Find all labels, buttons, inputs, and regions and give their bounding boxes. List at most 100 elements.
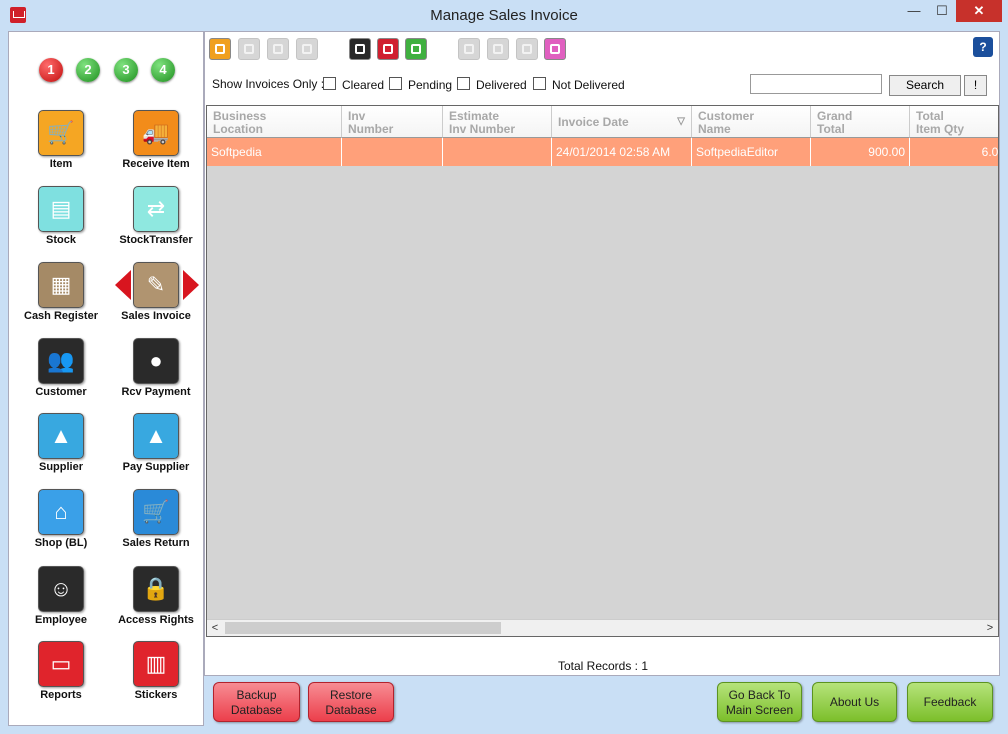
- scissors-icon: [302, 44, 312, 54]
- question-icon: [550, 44, 560, 54]
- grid-header: Business Location Inv Number Estimate Inv Num…: [207, 106, 998, 138]
- delivery-truck-icon: 🚚: [133, 110, 179, 156]
- cart-return-icon: 🛒: [133, 489, 179, 535]
- tool-3-button[interactable]: [267, 38, 289, 60]
- search-button[interactable]: Search: [889, 75, 961, 96]
- nav-item-stickers[interactable]: ▥ Stickers: [111, 641, 201, 701]
- nav-item-item[interactable]: 🛒 Item: [16, 110, 106, 170]
- minimize-button[interactable]: —: [900, 0, 928, 22]
- cleared-checkbox[interactable]: [323, 77, 336, 90]
- maximize-button[interactable]: ☐: [928, 0, 956, 22]
- backup-line1: Backup: [236, 688, 277, 702]
- cleared-label: Cleared: [342, 78, 385, 92]
- table-cell: 6.00: [910, 138, 998, 166]
- nav-item-receive-item[interactable]: 🚚 Receive Item: [111, 110, 201, 170]
- print-green-button[interactable]: [405, 38, 427, 60]
- scroll-right-icon[interactable]: >: [982, 620, 998, 636]
- restore-database-button[interactable]: Restore Database: [308, 682, 394, 722]
- nav-item-shop-bl[interactable]: ⌂ Shop (BL): [16, 489, 106, 549]
- column-header[interactable]: Total Item Qty: [910, 106, 998, 138]
- pending-checkbox[interactable]: [389, 77, 402, 90]
- column-header[interactable]: Inv Number: [342, 106, 443, 138]
- calculator-icon: [464, 44, 474, 54]
- nav-item-customer[interactable]: 👥 Customer: [16, 338, 106, 398]
- column-header[interactable]: Business Location: [207, 106, 342, 138]
- nav-item-access-rights[interactable]: 🔒 Access Rights: [111, 566, 201, 626]
- nav-item-label: Employee: [35, 614, 87, 626]
- search-tool-button[interactable]: [209, 38, 231, 60]
- nav-item-employee[interactable]: ☺ Employee: [16, 566, 106, 626]
- nav-item-cash-register[interactable]: ▦ Cash Register: [16, 262, 106, 322]
- table-cell: SoftpediaEditor: [692, 138, 811, 166]
- column-header[interactable]: Customer Name: [692, 106, 811, 138]
- nav-item-label: Customer: [35, 386, 87, 398]
- column-header[interactable]: Estimate Inv Number: [443, 106, 552, 138]
- nav-item-supplier[interactable]: ▲ Supplier: [16, 413, 106, 473]
- nav-item-label: Cash Register: [24, 310, 98, 322]
- info-button[interactable]: [544, 38, 566, 60]
- step-2-badge[interactable]: 2: [76, 58, 100, 82]
- about-us-button[interactable]: About Us: [812, 682, 897, 722]
- column-header-line2: Total: [817, 122, 845, 136]
- backup-line2: Database: [230, 703, 283, 717]
- column-header[interactable]: Invoice Date ▽: [552, 106, 692, 138]
- search-input[interactable]: [750, 74, 882, 94]
- tool-8-button[interactable]: [458, 38, 480, 60]
- printer-icon: [355, 44, 365, 54]
- nav-item-rcv-payment[interactable]: ● Rcv Payment: [111, 338, 201, 398]
- nav-item-pay-supplier[interactable]: ▲ Pay Supplier: [111, 413, 201, 473]
- help-button[interactable]: ?: [973, 37, 993, 57]
- nav-item-reports[interactable]: ▭ Reports: [16, 641, 106, 701]
- column-header[interactable]: Grand Total: [811, 106, 910, 138]
- scroll-left-icon[interactable]: <: [207, 620, 223, 636]
- tool-9-button[interactable]: [487, 38, 509, 60]
- scroll-icon: ▭: [38, 641, 84, 687]
- nav-item-sales-return[interactable]: 🛒 Sales Return: [111, 489, 201, 549]
- step-4-badge[interactable]: 4: [151, 58, 175, 82]
- shop-icon-glyph: ⌂: [54, 499, 68, 524]
- factory-icon: ▲: [38, 413, 84, 459]
- table-cell: [342, 138, 443, 166]
- main-panel: ? Show Invoices Only : Cleared Pending D…: [204, 31, 1000, 676]
- delete-tool-button[interactable]: [238, 38, 260, 60]
- nav-item-label: Item: [49, 158, 73, 170]
- horizontal-scrollbar[interactable]: < >: [207, 619, 998, 636]
- minus-icon: [493, 44, 503, 54]
- invoice-grid[interactable]: Business Location Inv Number Estimate Inv Num…: [206, 105, 999, 637]
- nav-item-label: Receive Item: [122, 158, 190, 170]
- not-delivered-label: Not Delivered: [552, 78, 625, 92]
- filter-label: Show Invoices Only :: [212, 77, 325, 91]
- total-records: Total Records : 1: [557, 659, 649, 673]
- go-back-main-screen-button[interactable]: Go Back To Main Screen: [717, 682, 802, 722]
- column-header-line2: Location: [213, 122, 263, 136]
- restore-line2: Database: [325, 703, 377, 717]
- lock-key-icon: 🔒: [133, 566, 179, 612]
- nav-item-stocktransfer[interactable]: ⇄ StockTransfer: [111, 186, 201, 246]
- clear-search-button[interactable]: !: [964, 75, 987, 96]
- backup-database-button[interactable]: Backup Database: [213, 682, 300, 722]
- delivered-checkbox[interactable]: [457, 77, 470, 90]
- hand-truck-icon-glyph: ▤: [50, 196, 72, 221]
- feedback-button[interactable]: Feedback: [907, 682, 993, 722]
- table-row[interactable]: Softpedia 24/01/2014 02:58 AM SoftpediaEdi…: [207, 138, 998, 166]
- column-header-line2: Inv Number: [449, 122, 516, 136]
- nav-item-label: Sales Return: [122, 537, 190, 549]
- nav-item-label: StockTransfer: [119, 234, 193, 246]
- step-3-badge[interactable]: 3: [114, 58, 138, 82]
- tool-10-button[interactable]: [516, 38, 538, 60]
- column-header-line1: Invoice Date: [558, 115, 629, 129]
- factory-icon-glyph: ▲: [50, 423, 72, 448]
- nav-item-label: Supplier: [38, 461, 83, 473]
- scroll-thumb[interactable]: [225, 622, 501, 634]
- close-button[interactable]: ✕: [956, 0, 1002, 22]
- box-transfer-icon: ⇄: [133, 186, 179, 232]
- tool-4-button[interactable]: [296, 38, 318, 60]
- print-button[interactable]: [349, 38, 371, 60]
- people-icon-glyph: 👥: [47, 348, 75, 373]
- print-red-button[interactable]: [377, 38, 399, 60]
- nav-item-stock[interactable]: ▤ Stock: [16, 186, 106, 246]
- step-1-badge[interactable]: 1: [39, 58, 63, 82]
- people-icon: 👥: [38, 338, 84, 384]
- not-delivered-checkbox[interactable]: [533, 77, 546, 90]
- selected-arrow-right-icon: [183, 270, 199, 300]
